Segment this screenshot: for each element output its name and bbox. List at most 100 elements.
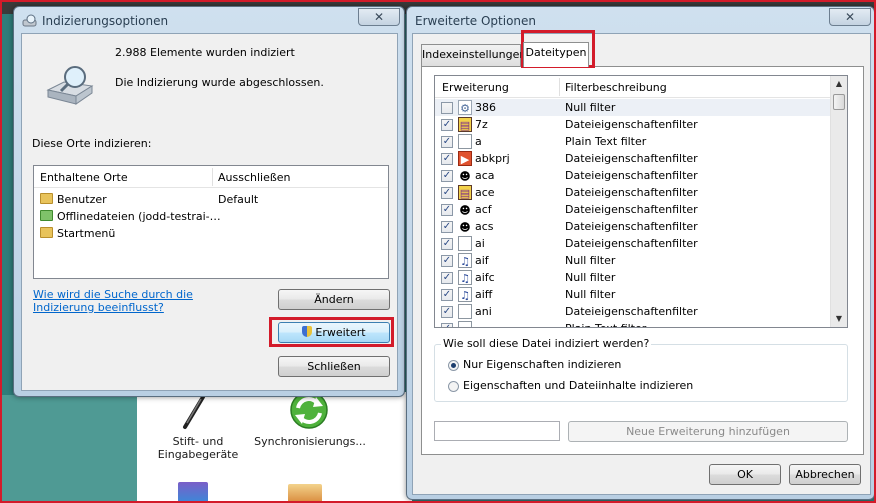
pen-input-icon[interactable] — [173, 393, 213, 433]
highlight-advanced-button — [269, 317, 394, 347]
file-type-checkbox[interactable]: ✓ — [441, 170, 453, 182]
blank-file-icon — [458, 321, 472, 327]
file-type-checkbox[interactable]: ✓ — [441, 255, 453, 267]
add-extension-button[interactable]: Neue Erweiterung hinzufügen — [568, 421, 848, 442]
file-type-row[interactable]: ✓ Plain Text filter — [435, 320, 830, 327]
locations-list-header: Enthaltene Orte Ausschließen — [34, 166, 388, 188]
ok-button[interactable]: OK — [709, 464, 781, 485]
location-exclude: Default — [218, 193, 259, 206]
new-extension-input[interactable] — [434, 421, 560, 441]
file-type-row[interactable]: ✓ ☻ acs Dateieigenschaftenfilter — [435, 218, 830, 235]
radio-properties-only[interactable] — [448, 360, 459, 371]
file-type-filter: Dateieigenschaftenfilter — [565, 237, 698, 250]
tab-file-types[interactable]: Dateitypen — [523, 42, 589, 67]
blank-file-icon — [458, 134, 472, 149]
column-exclude[interactable]: Ausschließen — [218, 171, 291, 184]
file-type-filter: Null filter — [565, 271, 616, 284]
file-type-checkbox[interactable] — [441, 102, 453, 114]
file-type-checkbox[interactable]: ✓ — [441, 204, 453, 216]
file-type-filter: Dateieigenschaftenfilter — [565, 152, 698, 165]
file-type-checkbox[interactable]: ✓ — [441, 289, 453, 301]
location-name: Benutzer — [57, 193, 107, 206]
file-type-checkbox[interactable]: ✓ — [441, 153, 453, 165]
file-type-checkbox[interactable]: ✓ — [441, 187, 453, 199]
file-types-list[interactable]: Erweiterung Filterbeschreibung ⚙ 386 Null … — [434, 75, 848, 328]
locations-label: Diese Orte indizieren: — [32, 137, 152, 150]
file-types-scrollbar[interactable]: ▲ ▼ — [830, 76, 847, 327]
indexing-options-close-button[interactable]: ✕ — [358, 8, 400, 26]
column-filter-description[interactable]: Filterbeschreibung — [565, 81, 667, 94]
file-type-checkbox[interactable]: ✓ — [441, 323, 453, 327]
indexing-drive-icon — [46, 66, 94, 105]
advanced-options-close-button[interactable]: ✕ — [829, 8, 871, 26]
location-row[interactable]: Offlinedateien (jodd-testrai-… — [40, 208, 380, 225]
advanced-options-titlebar[interactable]: Erweiterte Optionen ✕ — [407, 7, 874, 33]
partial-icon-bottom-right — [288, 484, 322, 503]
indexed-locations-list[interactable]: Enthaltene Orte Ausschließen Benutzer De… — [33, 165, 389, 279]
file-type-checkbox[interactable]: ✓ — [441, 119, 453, 131]
file-type-filter: Plain Text filter — [565, 320, 646, 327]
scroll-up-icon[interactable]: ▲ — [831, 76, 847, 92]
file-type-extension: acf — [475, 203, 492, 216]
file-type-extension: ai — [475, 237, 485, 250]
audio-file-icon: ♫ — [458, 287, 472, 302]
indexing-options-title: Indizierungsoptionen — [42, 14, 169, 28]
sync-center-label[interactable]: Synchronisierungs... — [250, 435, 370, 448]
desktop-background — [0, 395, 140, 503]
file-type-row[interactable]: ✓ ♫ aiff Null filter — [435, 286, 830, 303]
file-type-checkbox[interactable]: ✓ — [441, 136, 453, 148]
audio-file-icon: ♫ — [458, 270, 472, 285]
file-type-row[interactable]: ✓ ♫ aif Null filter — [435, 252, 830, 269]
location-row[interactable]: Startmenü — [40, 225, 380, 242]
file-type-row[interactable]: ✓ ♫ aifc Null filter — [435, 269, 830, 286]
file-type-extension: aca — [475, 169, 495, 182]
file-type-filter: Plain Text filter — [565, 135, 647, 148]
archive-icon: ▤ — [458, 117, 472, 132]
radio-properties-only-label[interactable]: Nur Eigenschaften indizieren — [463, 358, 621, 371]
file-type-filter: Dateieigenschaftenfilter — [565, 169, 698, 182]
file-type-row[interactable]: ✓ ▤ 7z Dateieigenschaftenfilter — [435, 116, 830, 133]
file-type-checkbox[interactable]: ✓ — [441, 272, 453, 284]
file-type-filter: Dateieigenschaftenfilter — [565, 305, 698, 318]
cancel-button[interactable]: Abbrechen — [789, 464, 861, 485]
file-type-row[interactable]: ✓ ☻ acf Dateieigenschaftenfilter — [435, 201, 830, 218]
file-type-row[interactable]: ✓ ai Dateieigenschaftenfilter — [435, 235, 830, 252]
folder-icon — [40, 227, 53, 238]
location-name: Offlinedateien (jodd-testrai-… — [57, 210, 221, 223]
file-type-extension: aifc — [475, 271, 495, 284]
location-row[interactable]: Benutzer Default — [40, 191, 380, 208]
file-type-row[interactable]: ✓ ☻ aca Dateieigenschaftenfilter — [435, 167, 830, 184]
file-type-checkbox[interactable]: ✓ — [441, 238, 453, 250]
file-type-checkbox[interactable]: ✓ — [441, 221, 453, 233]
radio-properties-and-contents[interactable] — [448, 381, 459, 392]
partial-icon-bottom-left — [178, 482, 208, 503]
modify-button[interactable]: Ändern — [278, 289, 390, 310]
tab-index-settings[interactable]: Indexeinstellungen — [421, 44, 526, 66]
scroll-down-icon[interactable]: ▼ — [831, 311, 847, 327]
file-type-extension: 386 — [475, 101, 496, 114]
file-type-filter: Dateieigenschaftenfilter — [565, 118, 698, 131]
file-type-row[interactable]: ⚙ 386 Null filter — [435, 99, 830, 116]
indexing-options-titlebar[interactable]: Indizierungsoptionen ✕ — [14, 7, 404, 33]
offline-files-icon — [40, 210, 53, 221]
file-type-row[interactable]: ✓ ani Dateieigenschaftenfilter — [435, 303, 830, 320]
file-type-extension: abkprj — [475, 152, 510, 165]
indexing-help-link[interactable]: Wie wird die Suche durch die Indizierung… — [33, 288, 238, 314]
audio-file-icon: ♫ — [458, 253, 472, 268]
file-type-filter: Dateieigenschaftenfilter — [565, 203, 698, 216]
indexing-status: Die Indizierung wurde abgeschlossen. — [115, 76, 324, 89]
scrollbar-thumb[interactable] — [833, 94, 845, 110]
pen-input-label[interactable]: Stift- und Eingabegeräte — [148, 435, 248, 461]
file-type-checkbox[interactable]: ✓ — [441, 306, 453, 318]
file-type-row[interactable]: ✓ a Plain Text filter — [435, 133, 830, 150]
radio-properties-and-contents-label[interactable]: Eigenschaften und Dateiinhalte indiziere… — [463, 379, 693, 392]
file-type-extension: aif — [475, 254, 489, 267]
project-file-icon: ▶ — [458, 151, 472, 166]
file-type-row[interactable]: ✓ ▶ abkprj Dateieigenschaftenfilter — [435, 150, 830, 167]
column-extension[interactable]: Erweiterung — [442, 81, 509, 94]
close-button[interactable]: Schließen — [278, 356, 390, 377]
index-method-group: Wie soll diese Datei indiziert werden? N… — [434, 337, 848, 402]
column-included-locations[interactable]: Enthaltene Orte — [40, 171, 128, 184]
file-type-row[interactable]: ✓ ▤ ace Dateieigenschaftenfilter — [435, 184, 830, 201]
file-type-filter: Null filter — [565, 254, 616, 267]
